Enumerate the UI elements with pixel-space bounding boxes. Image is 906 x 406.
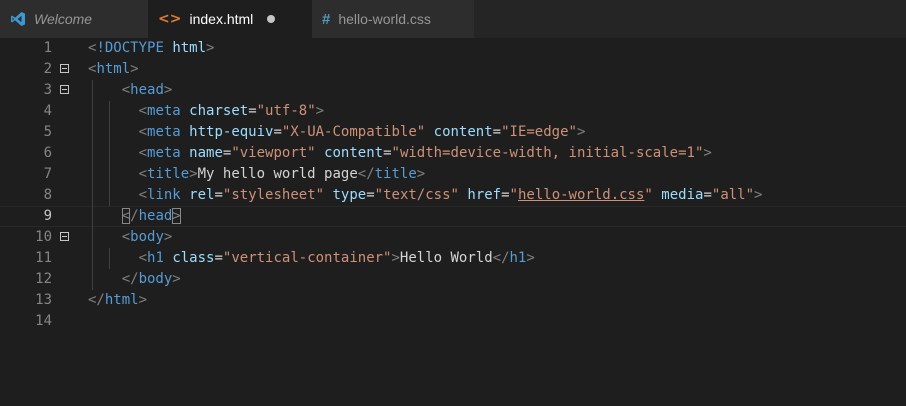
tab-hello-world-css[interactable]: # hello-world.css	[312, 0, 474, 38]
line-number: 5	[43, 124, 52, 140]
tab-label: hello-world.css	[338, 11, 431, 27]
html-file-icon: <>	[158, 11, 182, 27]
fold-toggle-icon[interactable]	[60, 232, 69, 241]
code-line: 10 <body>	[0, 227, 906, 248]
fold-toggle-icon[interactable]	[60, 85, 69, 94]
code-line: 4 <meta charset="utf-8">	[0, 101, 906, 122]
tab-welcome[interactable]: Welcome	[0, 0, 148, 38]
code-line: 8 <link rel="stylesheet" type="text/css"…	[0, 185, 906, 206]
line-content: <link rel="stylesheet" type="text/css" h…	[138, 187, 763, 203]
line-content: <html>	[88, 61, 139, 77]
code-line: 7 <title>My hello world page</title>	[0, 164, 906, 185]
line-number: 7	[43, 166, 52, 182]
fold-toggle-icon[interactable]	[60, 64, 69, 73]
line-number: 11	[35, 250, 52, 266]
editor-tab-bar: Welcome <> index.html # hello-world.css	[0, 0, 906, 38]
code-line: 5 <meta http-equiv="X-UA-Compatible" con…	[0, 122, 906, 143]
code-line: 12 </body>	[0, 269, 906, 290]
line-number: 4	[43, 103, 52, 119]
line-number: 8	[43, 187, 52, 203]
line-content: <head>	[121, 82, 173, 98]
code-editor[interactable]: Welcome <> index.html # hello-world.css …	[0, 0, 906, 406]
code-line: 1 <!DOCTYPE html>	[0, 38, 906, 59]
line-number: 3	[43, 82, 52, 98]
line-content: <title>My hello world page</title>	[138, 166, 426, 182]
line-number: 14	[35, 313, 52, 329]
bracket-match-close: >	[172, 208, 181, 224]
tab-index-html[interactable]: <> index.html	[148, 0, 312, 38]
line-content: </body>	[121, 271, 181, 287]
code-line: 6 <meta name="viewport" content="width=d…	[0, 143, 906, 164]
code-line: 11 <h1 class="vertical-container">Hello …	[0, 248, 906, 269]
line-number: 2	[43, 61, 52, 77]
line-content: </head>	[121, 208, 181, 224]
tab-label: index.html	[189, 11, 254, 27]
line-content: <body>	[121, 229, 173, 245]
line-content: <meta http-equiv="X-UA-Compatible" conte…	[138, 124, 586, 140]
line-number: 10	[35, 229, 52, 245]
line-content: <!DOCTYPE html>	[88, 40, 215, 56]
tab-label: Welcome	[34, 11, 93, 27]
code-line: 14	[0, 311, 906, 332]
code-line: 13 </html>	[0, 290, 906, 311]
line-number: 12	[35, 271, 52, 287]
code-line: 3 <head>	[0, 80, 906, 101]
code-area[interactable]: 1 <!DOCTYPE html> 2 <html> 3 <head> 4 <m…	[0, 38, 906, 332]
line-number: 13	[35, 292, 52, 308]
code-line-current: 9 </head>	[0, 206, 906, 227]
code-line: 2 <html>	[0, 59, 906, 80]
line-number: 6	[43, 145, 52, 161]
line-number: 1	[43, 40, 52, 56]
line-content: <meta charset="utf-8">	[138, 103, 325, 119]
bracket-match-open: <	[121, 208, 131, 224]
stylesheet-link[interactable]: hello-world.css	[518, 187, 644, 203]
line-content: <meta name="viewport" content="width=dev…	[138, 145, 712, 161]
css-file-icon: #	[322, 10, 331, 28]
line-content: <h1 class="vertical-container">Hello Wor…	[138, 250, 535, 266]
vscode-logo-icon	[10, 11, 26, 27]
line-content: </html>	[88, 292, 148, 308]
unsaved-dot-icon[interactable]	[267, 15, 276, 23]
line-number: 9	[43, 208, 52, 224]
